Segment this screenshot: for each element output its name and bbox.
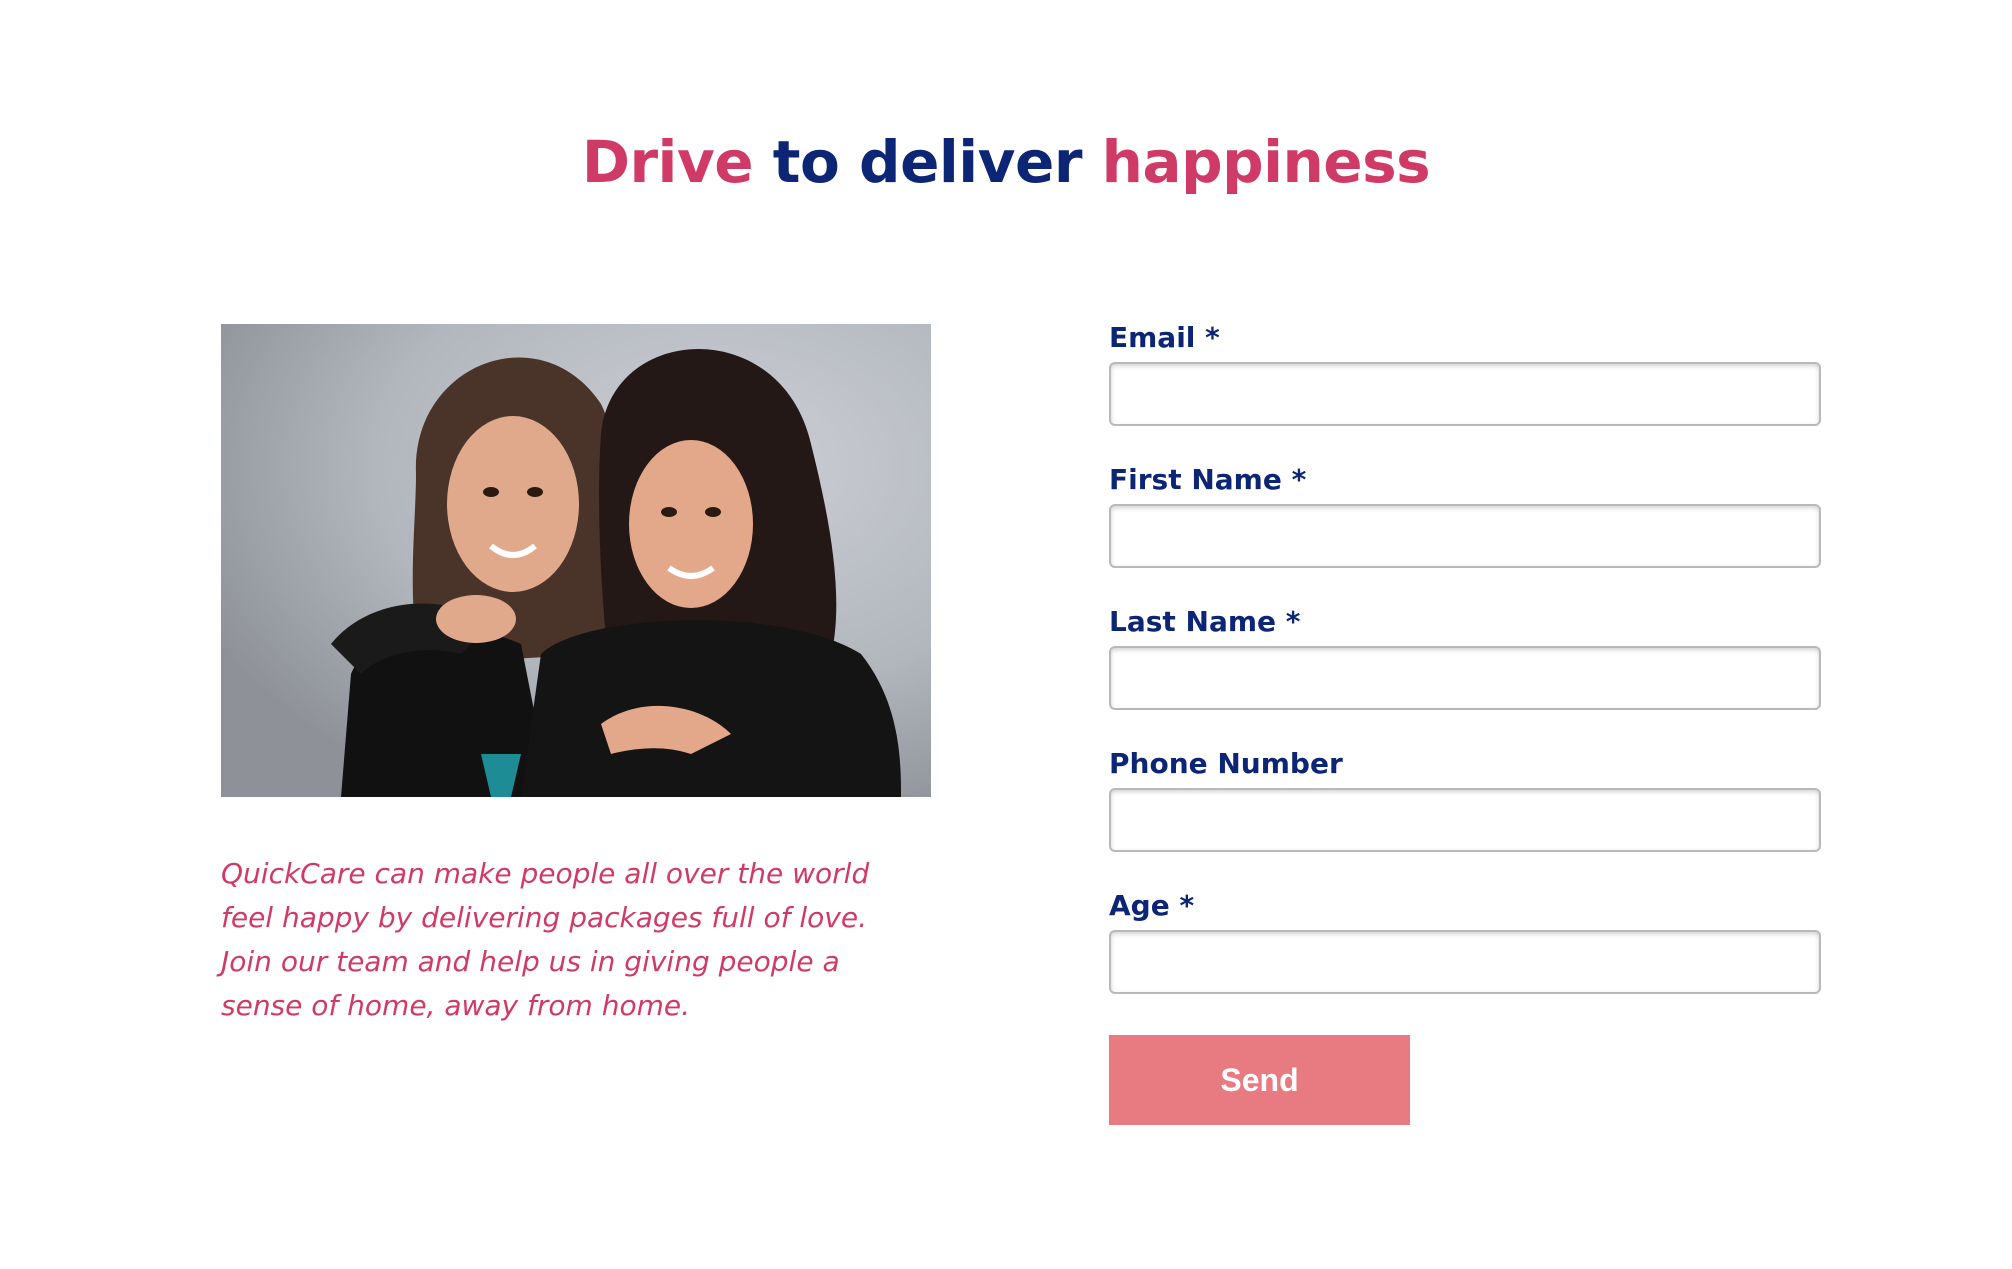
- signup-form: Email * First Name * Last Name * Phone N…: [1109, 318, 1825, 1028]
- first-name-label: First Name *: [1109, 463, 1307, 496]
- last-name-field[interactable]: [1109, 646, 1821, 710]
- last-name-field-group: Last Name *: [1109, 602, 1825, 744]
- hero-photo: [221, 324, 931, 797]
- first-name-field-group: First Name *: [1109, 460, 1825, 602]
- age-label: Age *: [1109, 889, 1195, 922]
- age-field[interactable]: [1109, 930, 1821, 994]
- last-name-label: Last Name *: [1109, 605, 1301, 638]
- first-name-field[interactable]: [1109, 504, 1821, 568]
- tagline-text: QuickCare can make people all over the w…: [221, 857, 870, 1022]
- send-button[interactable]: Send: [1109, 1035, 1410, 1125]
- headline-word-to-deliver: to deliver: [772, 128, 1083, 196]
- phone-number-label: Phone Number: [1109, 747, 1343, 780]
- age-field-group: Age *: [1109, 886, 1825, 1028]
- email-field[interactable]: [1109, 362, 1821, 426]
- headline-word-happiness: happiness: [1101, 128, 1431, 196]
- email-label: Email *: [1109, 321, 1220, 354]
- headline-word-drive: Drive: [581, 128, 754, 196]
- phone-number-field[interactable]: [1109, 788, 1821, 852]
- phone-number-field-group: Phone Number: [1109, 744, 1825, 886]
- page-headline: Drive to deliver happiness: [0, 122, 2012, 202]
- email-field-group: Email *: [1109, 318, 1825, 460]
- page: Drive to deliver happiness QuickCare can…: [0, 0, 2012, 1269]
- hero-photo-illustration: [221, 324, 931, 797]
